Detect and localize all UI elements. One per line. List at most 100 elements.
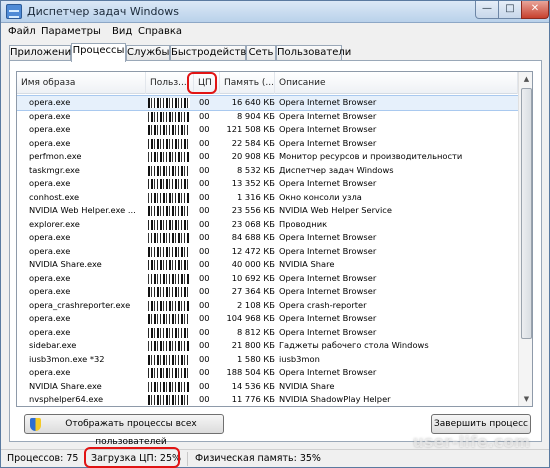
process-row[interactable]: opera.exe 00 16 640 КБ Opera Internet Brows…	[17, 95, 519, 111]
column-memory[interactable]: Память (...	[220, 72, 275, 94]
tab-performance[interactable]: Быстродействие	[170, 45, 259, 61]
process-user-redacted	[148, 354, 190, 365]
process-user-redacted	[148, 125, 190, 135]
process-cpu: 00	[199, 110, 210, 121]
process-row[interactable]: opera.exe 00 8 904 КБ Opera Internet Browse…	[17, 110, 518, 124]
process-row[interactable]: opera.exe 00 188 504 КБ Opera Internet Brow…	[17, 366, 518, 380]
process-description: Opera Internet Browser	[279, 286, 377, 296]
column-image-name[interactable]: Имя образа	[17, 72, 146, 94]
menu-bar: Файл Параметры Вид Справка	[1, 23, 549, 41]
scroll-up-icon[interactable]: ▲	[520, 72, 532, 86]
process-memory: 8 904 КБ	[237, 110, 275, 121]
process-row[interactable]: conhost.exe 00 1 316 КБ Окно консоли узла	[17, 191, 518, 205]
cpu-load-highlight	[84, 447, 180, 468]
process-user-redacted	[148, 246, 190, 257]
maximize-button[interactable]: □	[498, 1, 522, 19]
tab-applications[interactable]: Приложения	[9, 45, 77, 61]
process-name: sidebar.exe	[29, 340, 77, 350]
process-row[interactable]: NVIDIA Share.exe 00 14 536 КБ NVIDIA Share	[17, 380, 518, 394]
cpu-column-highlight	[187, 72, 217, 94]
process-cpu: 00	[199, 353, 210, 364]
process-list[interactable]: Имя образа Польз... ЦП Память (... Описа…	[16, 71, 533, 407]
window-title: Диспетчер задач Windows	[27, 5, 179, 18]
tab-users[interactable]: Пользователи	[276, 45, 351, 61]
process-cpu: 00	[199, 164, 210, 175]
scrollbar-thumb[interactable]	[521, 88, 532, 339]
tab-processes[interactable]: Процессы	[71, 43, 126, 62]
process-cpu: 00	[199, 232, 210, 242]
process-description: NVIDIA Web Helper Service	[279, 205, 392, 215]
menu-view[interactable]: Вид	[112, 26, 132, 37]
process-memory: 188 504 КБ	[226, 367, 275, 377]
process-row[interactable]: explorer.exe 00 23 068 КБ Проводник	[17, 218, 518, 232]
menu-file[interactable]: Файл	[8, 26, 36, 37]
show-all-users-label: Отображать процессы всех пользователей	[65, 419, 197, 447]
process-cpu: 00	[199, 137, 210, 148]
process-row[interactable]: opera.exe 00 27 364 КБ Opera Internet Brows…	[17, 285, 518, 299]
process-row[interactable]: opera.exe 00 13 352 КБ Opera Internet Brows…	[17, 177, 518, 191]
process-row[interactable]: opera.exe 00 12 472 КБ Opera Internet Brows…	[17, 245, 518, 259]
process-description: Opera Internet Browser	[279, 326, 377, 337]
process-name: iusb3mon.exe *32	[29, 353, 105, 364]
process-name: opera.exe	[29, 110, 71, 121]
scroll-down-icon[interactable]: ▼	[520, 392, 532, 406]
process-row[interactable]: opera.exe 00 84 688 КБ Opera Internet Brows…	[17, 231, 518, 245]
process-description: Проводник	[279, 218, 328, 229]
process-row[interactable]: taskmgr.exe 00 8 532 КБ Диспетчер задач Win…	[17, 164, 518, 178]
process-memory: 16 640 КБ	[231, 97, 275, 107]
task-manager-window: Диспетчер задач Windows — □ ✕ Файл Парам…	[0, 0, 550, 468]
minimize-button[interactable]: —	[475, 1, 499, 19]
process-row[interactable]: opera.exe 00 104 968 КБ Opera Internet Brow…	[17, 312, 518, 326]
status-process-count: Процессов: 75	[7, 453, 79, 464]
status-divider	[187, 452, 188, 466]
show-all-users-button[interactable]: Отображать процессы всех пользователей	[24, 414, 224, 447]
process-name: opera.exe	[29, 232, 71, 242]
process-name: opera.exe	[29, 272, 71, 283]
process-memory: 20 908 КБ	[231, 151, 275, 161]
process-memory: 8 812 КБ	[237, 326, 275, 337]
process-cpu: 00	[199, 340, 210, 350]
title-bar: Диспетчер задач Windows — □ ✕	[1, 1, 549, 23]
process-row[interactable]: opera_crashreporter.exe 00 2 108 КБ Opera c…	[17, 299, 518, 313]
process-user-redacted	[148, 381, 190, 392]
process-cpu: 00	[199, 326, 210, 337]
process-description: Opera Internet Browser	[279, 245, 377, 256]
process-name: opera.exe	[29, 97, 71, 107]
menu-help[interactable]: Справка	[138, 26, 182, 37]
process-row[interactable]: sidebar.exe 00 21 800 КБ Гаджеты рабочего с…	[17, 339, 518, 353]
process-description: Opera Internet Browser	[279, 110, 377, 121]
close-button[interactable]: ✕	[521, 1, 549, 19]
tab-services[interactable]: Службы	[126, 45, 170, 61]
process-user-redacted	[148, 219, 190, 230]
vertical-scrollbar[interactable]: ▲ ▼	[518, 72, 532, 406]
process-row[interactable]: NVIDIA Web Helper.exe ... 00 23 556 КБ NVID…	[17, 204, 518, 218]
process-row[interactable]: nvsphelper64.exe 00 11 776 КБ NVIDIA Shadow…	[17, 393, 518, 406]
process-row[interactable]: opera.exe 00 121 508 КБ Opera Internet Brow…	[17, 123, 518, 137]
process-row[interactable]: iusb3mon.exe *32 00 1 580 КБ iusb3mon	[17, 353, 518, 367]
process-memory: 23 068 КБ	[231, 218, 275, 229]
column-description[interactable]: Описание	[275, 72, 518, 94]
process-memory: 2 108 КБ	[237, 299, 275, 310]
process-row[interactable]: opera.exe 00 22 584 КБ Opera Internet Brows…	[17, 137, 518, 151]
menu-options[interactable]: Параметры	[41, 26, 101, 37]
process-description: iusb3mon	[279, 353, 320, 364]
process-description: Opera Internet Browser	[279, 367, 377, 377]
tab-network[interactable]: Сеть	[246, 45, 276, 61]
process-name: opera_crashreporter.exe	[29, 299, 131, 310]
process-cpu: 00	[199, 286, 210, 296]
process-cpu: 00	[199, 245, 210, 256]
process-row[interactable]: NVIDIA Share.exe 00 40 000 КБ NVIDIA Share	[17, 258, 518, 272]
process-row[interactable]: opera.exe 00 8 812 КБ Opera Internet Browse…	[17, 326, 518, 340]
process-name: opera.exe	[29, 326, 71, 337]
process-cpu: 00	[199, 313, 210, 323]
process-user-redacted	[148, 192, 190, 203]
process-name: opera.exe	[29, 178, 71, 188]
process-description: Окно консоли узла	[279, 191, 362, 202]
process-row[interactable]: opera.exe 00 10 692 КБ Opera Internet Brows…	[17, 272, 518, 286]
process-name: NVIDIA Share.exe	[29, 380, 102, 391]
process-row[interactable]: perfmon.exe 00 20 908 КБ Монитор ресурсов и…	[17, 150, 518, 164]
process-description: Гаджеты рабочего стола Windows	[279, 340, 429, 350]
process-name: perfmon.exe	[29, 151, 82, 161]
process-name: taskmgr.exe	[29, 164, 80, 175]
end-process-button[interactable]: Завершить процесс	[431, 414, 531, 434]
